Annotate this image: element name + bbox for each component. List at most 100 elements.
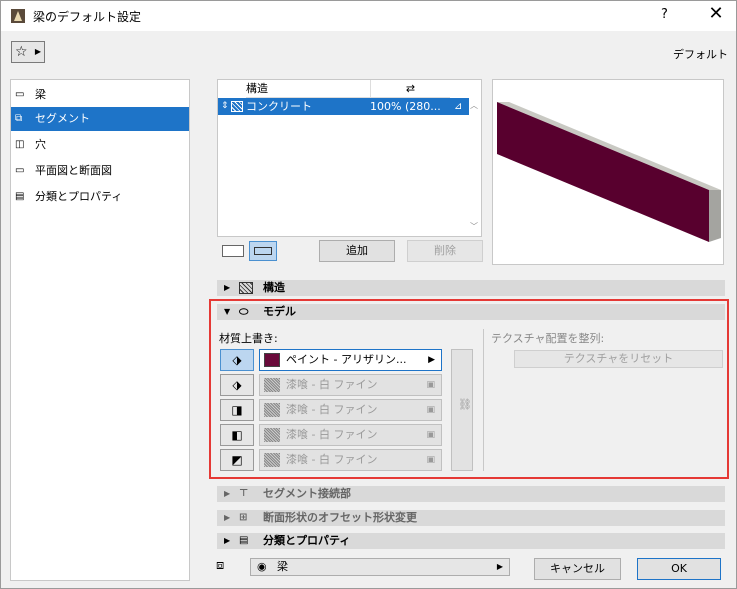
title-bar: 梁のデフォルト設定 ? ✕ — [1, 1, 736, 31]
layer-icon: ⧈ — [216, 558, 225, 573]
properties-icon: ▤ — [239, 535, 249, 546]
column-header-thickness[interactable]: ⇄ — [370, 80, 450, 98]
hatch-pattern-icon — [231, 101, 243, 112]
sidebar-item-label: 分類とプロパティ — [35, 190, 123, 203]
structure-table: 構造 ⇄ ⇕ コンクリート 100% (280... ⊿ ︿ ﹀ — [217, 79, 482, 237]
delete-button[interactable]: 削除 — [407, 240, 483, 262]
texture-swatch — [264, 428, 280, 442]
help-button[interactable]: ? — [661, 7, 668, 22]
material-label: 漆喰 - 白 ファイン — [286, 403, 378, 416]
material-field-4[interactable]: 漆喰 - 白 ファイン ▣ — [259, 424, 442, 446]
paint-swatch — [264, 353, 280, 367]
sidebar-item-label: 平面図と断面図 — [35, 164, 112, 177]
hole-icon: ◫ — [15, 139, 25, 150]
texture-swatch — [264, 378, 280, 392]
plan-section-icon: ▭ — [15, 165, 25, 176]
beam-3d-preview — [492, 79, 724, 265]
view-toggle-section-icon[interactable] — [249, 241, 277, 261]
texture-align-label: テクスチャ配置を整列: — [491, 332, 605, 345]
material-field-3[interactable]: 漆喰 - 白 ファイン ▣ — [259, 399, 442, 421]
surface-select-icon[interactable]: ⬗ — [220, 349, 254, 371]
add-button[interactable]: 追加 — [319, 240, 395, 262]
expand-arrow-icon: ▶ — [224, 283, 231, 292]
table-row[interactable]: ⇕ コンクリート 100% (280... ⊿ — [218, 98, 469, 115]
cell-material-name: コンクリート — [246, 100, 312, 113]
view-toggle-profile-icon[interactable] — [222, 245, 244, 257]
texture-reset-button[interactable]: テクスチャをリセット — [514, 350, 723, 368]
properties-icon: ▤ — [15, 191, 25, 202]
section-label: セグメント接続部 — [263, 487, 351, 500]
link-materials-button[interactable]: ⛓ — [451, 349, 473, 471]
dropdown-arrow-icon: ▶ — [496, 562, 503, 571]
cancel-button[interactable]: キャンセル — [534, 558, 621, 580]
image-icon: ▣ — [426, 455, 435, 465]
section-segment-joint[interactable]: ▶ ⊤ セグメント接続部 — [217, 486, 725, 502]
image-icon: ▣ — [426, 380, 435, 390]
section-model[interactable]: ▼ ⬭ モデル — [217, 304, 725, 320]
cell-thickness-value: 100% (280... — [370, 100, 441, 113]
surface-side-icon[interactable]: ◨ — [220, 399, 254, 421]
expand-arrow-icon: ▶ — [224, 536, 231, 545]
favorites-button[interactable]: ☆ ▶ — [11, 41, 45, 63]
material-label: 漆喰 - 白 ファイン — [286, 428, 378, 441]
image-icon: ▣ — [426, 430, 435, 440]
material-label: 漆喰 - 白 ファイン — [286, 453, 378, 466]
sidebar-item-segment[interactable]: ⧉ セグメント — [11, 107, 189, 131]
model-icon: ⬭ — [239, 305, 249, 318]
material-field-5[interactable]: 漆喰 - 白 ファイン ▣ — [259, 449, 442, 471]
ok-button[interactable]: OK — [637, 558, 721, 580]
texture-swatch — [264, 403, 280, 417]
section-offset-shape[interactable]: ▶ ⊞ 断面形状のオフセット形状変更 — [217, 510, 725, 526]
window-title: 梁のデフォルト設定 — [33, 10, 142, 24]
material-field-1[interactable]: ペイント - アリザリン... ▶ — [259, 349, 442, 371]
beam-preview-image — [497, 102, 721, 242]
layer-label: 梁 — [277, 560, 288, 573]
expand-arrow-icon: ▶ — [224, 489, 231, 498]
section-classification[interactable]: ▶ ▤ 分類とプロパティ — [217, 533, 725, 549]
column-header-structure[interactable]: 構造 — [246, 80, 370, 98]
layer-dropdown[interactable]: ◉ 梁 ▶ — [250, 558, 510, 576]
eye-icon: ◉ — [257, 560, 267, 573]
surface-bottom-icon[interactable]: ◩ — [220, 449, 254, 471]
section-label: 分類とプロパティ — [263, 534, 351, 547]
sidebar-item-label: セグメント — [35, 112, 90, 125]
section-label: 構造 — [263, 281, 285, 294]
vertical-divider — [483, 329, 484, 471]
section-label: 断面形状のオフセット形状変更 — [263, 511, 417, 524]
chain-link-icon: ⛓ — [458, 398, 472, 411]
surface-top-icon[interactable]: ⬗ — [220, 374, 254, 396]
sidebar-item-label: 穴 — [35, 138, 46, 151]
sidebar-item-plan-section[interactable]: ▭ 平面図と断面図 — [11, 159, 189, 183]
skin-edit-icon[interactable]: ⊿ — [454, 98, 462, 115]
default-label: デフォルト — [673, 48, 728, 61]
submenu-arrow-icon: ▶ — [428, 355, 435, 365]
segment-icon: ⧉ — [15, 113, 23, 124]
material-override-label: 材質上書き: — [219, 332, 278, 345]
archicad-app-icon — [11, 9, 25, 23]
texture-swatch — [264, 453, 280, 467]
star-icon: ☆ — [15, 44, 28, 60]
material-field-2[interactable]: 漆喰 - 白 ファイン ▣ — [259, 374, 442, 396]
drag-handle-icon[interactable]: ⇕ — [221, 98, 229, 115]
collapse-arrow-icon: ▼ — [224, 307, 231, 316]
joint-icon: ⊤ — [239, 488, 249, 499]
sidebar-item-beam[interactable]: ▭ 梁 — [11, 83, 189, 107]
sidebar-item-label: 梁 — [35, 88, 46, 101]
sidebar-item-hole[interactable]: ◫ 穴 — [11, 133, 189, 157]
close-button[interactable]: ✕ — [701, 3, 731, 24]
dialog-window: 梁のデフォルト設定 ? ✕ ☆ ▶ デフォルト ▭ 梁 ⧉ セグメント ◫ 穴 … — [0, 0, 737, 589]
material-label: 漆喰 - 白 ファイン — [286, 378, 378, 391]
hatch-icon — [239, 282, 253, 294]
scroll-up-icon[interactable]: ︿ — [470, 100, 478, 111]
beam-icon: ▭ — [15, 89, 25, 100]
sidebar: ▭ 梁 ⧉ セグメント ◫ 穴 ▭ 平面図と断面図 ▤ 分類とプロパティ — [10, 79, 190, 581]
expand-arrow-icon: ▶ — [224, 513, 231, 522]
sidebar-item-properties[interactable]: ▤ 分類とプロパティ — [11, 185, 189, 209]
section-label: モデル — [263, 305, 296, 318]
material-label: ペイント - アリザリン... — [286, 353, 407, 366]
image-icon: ▣ — [426, 405, 435, 415]
section-structure[interactable]: ▶ 構造 — [217, 280, 725, 296]
scroll-down-icon[interactable]: ﹀ — [470, 221, 478, 232]
surface-end-icon[interactable]: ◧ — [220, 424, 254, 446]
dropdown-arrow-icon: ▶ — [34, 47, 41, 56]
